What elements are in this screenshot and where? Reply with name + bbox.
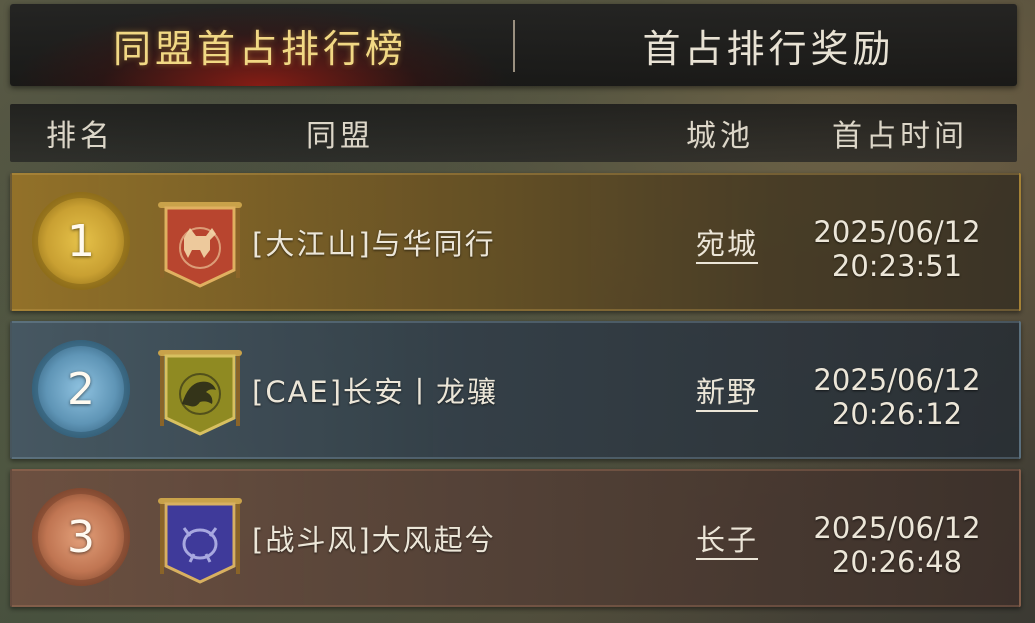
rank-medal-bronze-icon: 3	[32, 488, 130, 586]
header-alliance: 同盟	[306, 119, 374, 154]
table-row: 3 [战斗风]大风起兮 长子 2025/06/12 20:26:48	[10, 469, 1021, 607]
first-capture-time: 2025/06/12 20:26:48	[792, 511, 1002, 579]
tab-alliance-first-capture-ranking[interactable]: 同盟首占排行榜	[10, 4, 510, 86]
table-row: 2 [CAE]长安丨龙骧 新野 2025/06/12 20:26:12	[10, 321, 1021, 459]
header-rank: 排名	[46, 119, 114, 154]
capture-clock: 20:26:48	[831, 545, 963, 579]
first-capture-time: 2025/06/12 20:26:12	[792, 363, 1002, 431]
rank-medal-silver-icon: 2	[32, 340, 130, 438]
yellow-dragon-banner-icon	[158, 350, 242, 436]
header-first-capture-time: 首占时间	[832, 119, 968, 154]
tab-bar: 同盟首占排行榜 首占排行奖励	[10, 4, 1017, 86]
tab-divider	[513, 20, 515, 72]
rank-medal-gold-icon: 1	[32, 192, 130, 290]
first-capture-time: 2025/06/12 20:23:51	[792, 215, 1002, 283]
alliance-name: [大江山]与华同行	[252, 227, 496, 261]
capture-clock: 20:26:12	[831, 397, 963, 431]
purple-beast-banner-icon	[158, 498, 242, 584]
header-city: 城池	[686, 119, 754, 154]
city-link[interactable]: 新野	[672, 323, 782, 457]
capture-date: 2025/06/12	[813, 363, 981, 397]
table-header: 排名 同盟 城池 首占时间	[10, 104, 1017, 162]
city-link[interactable]: 宛城	[672, 175, 782, 309]
red-deer-banner-icon	[158, 202, 242, 288]
capture-clock: 20:23:51	[831, 249, 963, 283]
alliance-name: [战斗风]大风起兮	[252, 523, 496, 557]
city-link[interactable]: 长子	[672, 471, 782, 605]
alliance-name: [CAE]长安丨龙骧	[252, 375, 499, 409]
capture-date: 2025/06/12	[813, 215, 981, 249]
capture-date: 2025/06/12	[813, 511, 981, 545]
tab-first-capture-rewards[interactable]: 首占排行奖励	[520, 4, 1017, 86]
table-row: 1 [大江山]与华同行 宛城 2025/06/12 20:23:51	[10, 173, 1021, 311]
